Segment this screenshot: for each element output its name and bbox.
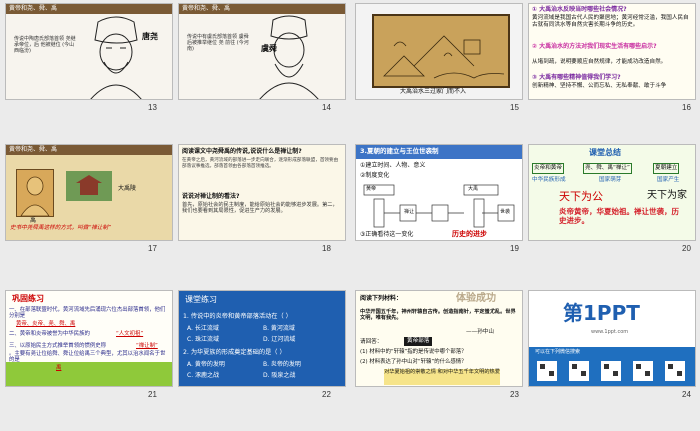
grass-decoration <box>6 362 172 386</box>
answer-text: 首先，原始社会的民主制度，能给原始社会的能够进步发展。第二，我们也要看到其局限性… <box>182 202 338 215</box>
place-label: 大禹陵 <box>118 185 137 192</box>
question-2: 2. 为华夏族的形成奠定基础的是（ ） <box>183 349 286 356</box>
slide-sorter-grid: 黄帝和尧、舜、禹 传说中陶唐氏部落首领 尧继承帝位，后 他被继位 (今山西临汾)… <box>0 0 700 431</box>
slide-number: 23 <box>510 390 519 399</box>
answer-3: 创新精神、坚持不懈、公而忘私、无私奉献、敢于斗争 <box>532 83 667 89</box>
calligraphy-text-1: 天下为公 <box>559 190 603 203</box>
slide-thumbnail-22[interactable]: 课堂练习 1. 传说中的炎帝和黄帝部落活动在（ ） A. 长江流域 B. 黄河流… <box>178 290 346 387</box>
slide-number: 16 <box>682 103 691 112</box>
option-2a: A. 黄帝的发明 <box>187 361 225 368</box>
slide-thumbnail-13[interactable]: 黄帝和尧、舜、禹 传说中陶唐氏部落首领 尧继承帝位，后 他被继位 (今山西临汾)… <box>5 3 173 100</box>
slide-title: 课堂练习 <box>185 295 217 304</box>
slide-number: 17 <box>148 244 157 253</box>
fill-answer-2: “人文初祖” <box>116 331 144 337</box>
summary-box-2: 尧、舜、禹“禅让” <box>583 163 632 174</box>
material-author: ——孙中山 <box>466 329 494 335</box>
question-2: (2) 材料表达了孙中山对“轩辕”的什么感情？ <box>360 359 467 365</box>
portrait-illustration <box>90 16 142 99</box>
slide-number: 15 <box>510 103 519 112</box>
figure-label: 禹 <box>30 217 37 224</box>
fill-answer-1: 黄帝、炎帝、尧、舜、禹 <box>16 321 76 327</box>
slide-number: 22 <box>322 390 331 399</box>
question-3: ③ 大禹有哪些精神值得我们学习? <box>532 74 621 81</box>
answer-label: 黄帝部落 <box>404 337 433 346</box>
succession-diagram <box>363 184 515 228</box>
option-1c: C. 珠江流域 <box>187 336 220 343</box>
answer-1: 黄河流域是我国古代人民的聚居地；黄河经常泛滥，我国人民自古就有同洪水等自然灾害长… <box>532 15 689 28</box>
slide-caption: 史书中尧舜禹这样的方式，叫做“禅让制” <box>10 225 111 231</box>
slide-thumbnail-15[interactable]: 大禹治水三过家门而不入 <box>355 3 523 100</box>
slide-title: 阅读课文中尧舜禹的传说,说说什么是禅让制? <box>182 148 302 155</box>
question-2: ② 大禹治水的方法对我们现实生活有哪些启示? <box>532 43 657 50</box>
question-3: 三、以原始民主方式推举首领的惯例史称 <box>9 343 107 349</box>
slide-number: 19 <box>510 244 519 253</box>
slide-number: 14 <box>322 103 331 112</box>
option-1a: A. 长江流域 <box>187 325 219 332</box>
summary-sub-1: 中华民族形成 <box>532 177 566 183</box>
option-2c: C. 涿鹿之战 <box>187 372 220 379</box>
qr-code-row <box>537 361 685 381</box>
highlight-text: 历史的进步 <box>452 230 487 238</box>
slide-thumbnail-20[interactable]: 课堂总结 炎帝和黄帝 尧、舜、禹“禅让” 夏朝建立 中华民族形成 国家萌芽 国家… <box>528 144 696 241</box>
fill-answer-3: “禅让制” <box>136 343 158 349</box>
diagram-label-huangdi: 黄帝 <box>366 186 377 192</box>
diagram-label-chanrang: 禅让 <box>404 209 415 215</box>
slide-thumbnail-16[interactable]: ① 大禹治水反映当时哪些社会情况? 黄河流域是我国古代人民的聚居地；黄河经常泛滥… <box>528 3 696 100</box>
slide-thumbnail-21[interactable]: 巩固练习 一、在部落联盟时代，黄河流域先后涌现六位杰出部落首领，他们分别是 黄帝… <box>5 290 173 387</box>
summary-sub-2: 国家萌芽 <box>599 177 622 183</box>
option-2b: B. 炎帝的发明 <box>263 361 301 368</box>
fill-answer-3b: 禹 <box>56 365 62 371</box>
slide-section-label: 黄帝和尧、舜、禹 <box>9 146 58 153</box>
summary-sub-3: 国家产生 <box>657 177 680 183</box>
slide-thumbnail-14[interactable]: 黄帝和尧、舜、禹 传说中有虞氏部落首领 虞舜 后被推举继位 尧 前往 (今河南)… <box>178 3 346 100</box>
option-2d: D. 阪泉之战 <box>263 372 296 379</box>
watermark-text: 体验成功 <box>456 293 496 304</box>
question-1: 一、在部落联盟时代，黄河流域先后涌现六位杰出部落首领，他们分别是 <box>9 307 166 320</box>
slide-number: 13 <box>148 103 157 112</box>
image-caption: 大禹治水三过家门而不入 <box>400 88 467 95</box>
slide-number: 21 <box>148 390 157 399</box>
material-text: 中华开国五千年，神州轩辕自古传。创造指南针，平定蚩尤乱。世界文明，唯有我先。 <box>360 309 516 322</box>
slide-number: 18 <box>322 244 331 253</box>
slide-number: 24 <box>682 390 691 399</box>
question: 说说对禅让制的看法? <box>182 193 240 200</box>
painting-image <box>372 14 510 88</box>
figure-label: 虞舜 <box>261 44 277 53</box>
calligraphy-text-2: 天下为家 <box>647 190 687 201</box>
answer-2: 从堵到疏，说明要顺应自然规律，才能成功改造自然。 <box>532 59 667 65</box>
slide-thumbnail-18[interactable]: 阅读课文中尧舜禹的传说,说说什么是禅让制? 在黄帝之后，黄河流域的部落进一步走向… <box>178 144 346 241</box>
ask-label: 请回答： <box>360 339 383 345</box>
slide-title: 课堂总结 <box>589 148 621 157</box>
summary-box-1: 炎帝和黄帝 <box>532 163 564 174</box>
mausoleum-image <box>66 171 112 201</box>
slide-thumbnail-23[interactable]: 阅读下列材料： 体验成功 中华开国五千年，神州轩辕自古传。创造指南针，平定蚩尤乱… <box>355 290 523 387</box>
question-2: 二、黄帝和炎帝被誉为中华民族的 <box>9 331 90 337</box>
slide-number: 20 <box>682 244 691 253</box>
slide-thumbnail-24[interactable]: 第1PPT www.1ppt.com 可以在下列微信搜索 <box>528 290 696 387</box>
slide-title: 阅读下列材料： <box>360 295 403 302</box>
question-1: (1) 材料中的“轩辕”指的是传说中哪个部落？ <box>360 349 467 355</box>
option-1d: D. 辽河流域 <box>263 336 296 343</box>
figure-label: 唐尧 <box>142 32 158 41</box>
yu-portrait-image <box>16 169 54 217</box>
question-1: ① 大禹治水反映当时哪些社会情况? <box>532 6 627 13</box>
summary-box-3: 夏朝建立 <box>653 163 680 174</box>
diagram-label-dayu: 大禹 <box>468 186 479 192</box>
question-3-cont: 。主要有尧让位给舜、舜让位给禹三个典型，尤其以治水闻名于世的是 <box>9 351 166 364</box>
option-1b: B. 黄河流域 <box>263 325 295 332</box>
slide-title: 巩固练习 <box>12 294 44 303</box>
question-1: 1. 传说中的炎帝和黄帝部落活动在（ ） <box>183 313 292 320</box>
item-3: ③正确看待这一变化 <box>360 231 414 238</box>
diagram-label-shixi: 世袭 <box>500 209 511 215</box>
body-text: 在黄帝之后，黄河流域的部落进一步走向联合，逐渐形成部落联盟，首领要由部落议事推选… <box>182 158 339 169</box>
slide-thumbnail-17[interactable]: 黄帝和尧、舜、禹 禹 大禹陵 史书中尧舜禹这样的方式，叫做“禅让制” <box>5 144 173 241</box>
answer-box: 对华夏始祖的崇敬之情 和对中华五千年文明的热爱 <box>384 369 500 385</box>
slide-thumbnail-19[interactable]: 3.夏朝的建立与王位世袭制 ①建立时间、人物、意义 ②制度变化 黄帝 禅让 大禹… <box>355 144 523 241</box>
summary-text: 炎帝黄帝，华夏始祖。禅让世袭，历史进步。 <box>559 207 679 225</box>
